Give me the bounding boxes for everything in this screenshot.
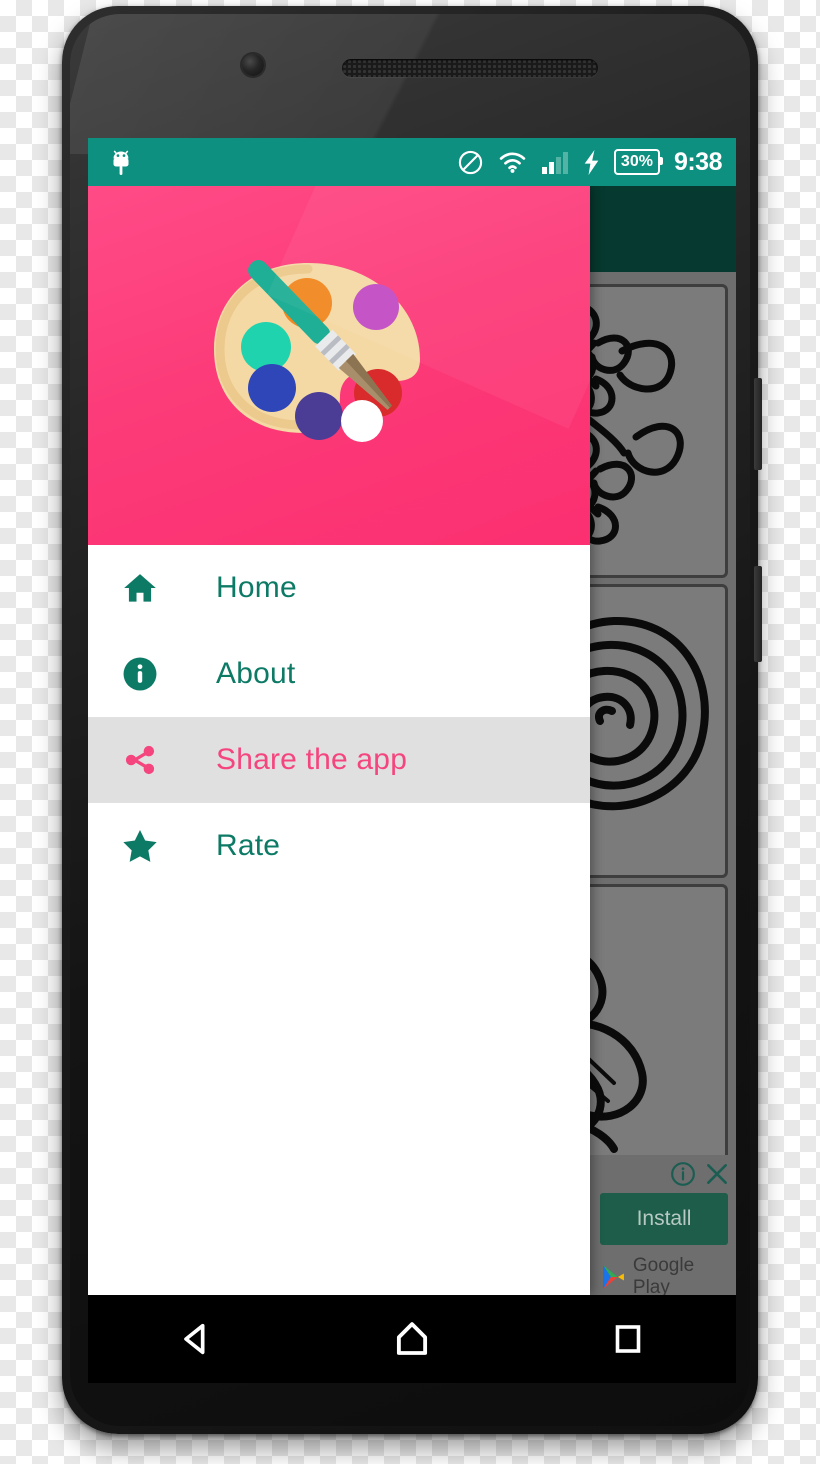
- wifi-icon: [499, 152, 526, 173]
- ad-store-attribution: Google Play: [600, 1255, 736, 1295]
- paint-palette-icon: [214, 259, 420, 442]
- battery-indicator: 30%: [613, 149, 663, 175]
- navigation-drawer[interactable]: Home About Share the app Rate: [88, 186, 590, 1295]
- drawer-item-about-label: About: [216, 657, 296, 690]
- nav-back-button[interactable]: [136, 1295, 256, 1383]
- android-robot-icon: [113, 150, 129, 175]
- nav-recents-button[interactable]: [568, 1295, 688, 1383]
- ad-close-icon[interactable]: [704, 1161, 730, 1187]
- ad-info-icon[interactable]: [670, 1161, 696, 1187]
- earpiece-speaker: [342, 59, 598, 77]
- ad-banner[interactable]: Install Google Play: [588, 1155, 736, 1295]
- phone-screen: Install Google Play Home About Share the…: [88, 138, 736, 1295]
- front-camera: [242, 54, 264, 76]
- android-navigation-bar: [88, 1295, 736, 1383]
- volume-button[interactable]: [754, 566, 762, 662]
- do-not-disturb-icon: [458, 150, 483, 174]
- ad-controls: [670, 1161, 730, 1187]
- info-icon: [118, 655, 162, 693]
- status-bar-icons: 30% 9:38: [457, 147, 723, 177]
- drawer-item-home[interactable]: Home: [88, 545, 590, 631]
- recents-square-icon: [615, 1325, 641, 1353]
- drawer-item-rate-label: Rate: [216, 829, 281, 862]
- charging-bolt-icon: [584, 149, 599, 175]
- power-button[interactable]: [754, 378, 762, 470]
- google-play-icon: [602, 1265, 624, 1289]
- palette-well-white: [341, 399, 383, 442]
- drawer-header: [88, 186, 590, 545]
- drawer-item-share-label: Share the app: [216, 743, 408, 776]
- ad-store-label: Google Play: [632, 1255, 695, 1295]
- palette-well-blue: [248, 363, 296, 412]
- cellular-signal-icon: [541, 151, 568, 174]
- install-button-label: Install: [636, 1207, 692, 1230]
- star-icon: [118, 826, 162, 866]
- home-icon: [118, 569, 162, 607]
- status-bar: 30% 9:38: [88, 138, 736, 186]
- palette-well-purple: [295, 391, 343, 440]
- status-bar-notifications: [108, 147, 457, 177]
- install-button[interactable]: Install: [600, 1193, 728, 1245]
- status-bar-clock: 9:38: [673, 147, 723, 176]
- back-triangle-icon: [184, 1323, 205, 1355]
- share-icon: [118, 741, 162, 779]
- palette-well-teal: [241, 321, 291, 372]
- drawer-item-share[interactable]: Share the app: [88, 717, 590, 803]
- drawer-item-rate[interactable]: Rate: [88, 803, 590, 889]
- drawer-item-about[interactable]: About: [88, 631, 590, 717]
- home-pentagon-icon: [396, 1322, 428, 1355]
- nav-home-button[interactable]: [352, 1295, 472, 1383]
- battery-level-label: 30%: [620, 153, 653, 170]
- palette-well-magenta: [353, 283, 399, 330]
- drawer-item-home-label: Home: [216, 571, 297, 604]
